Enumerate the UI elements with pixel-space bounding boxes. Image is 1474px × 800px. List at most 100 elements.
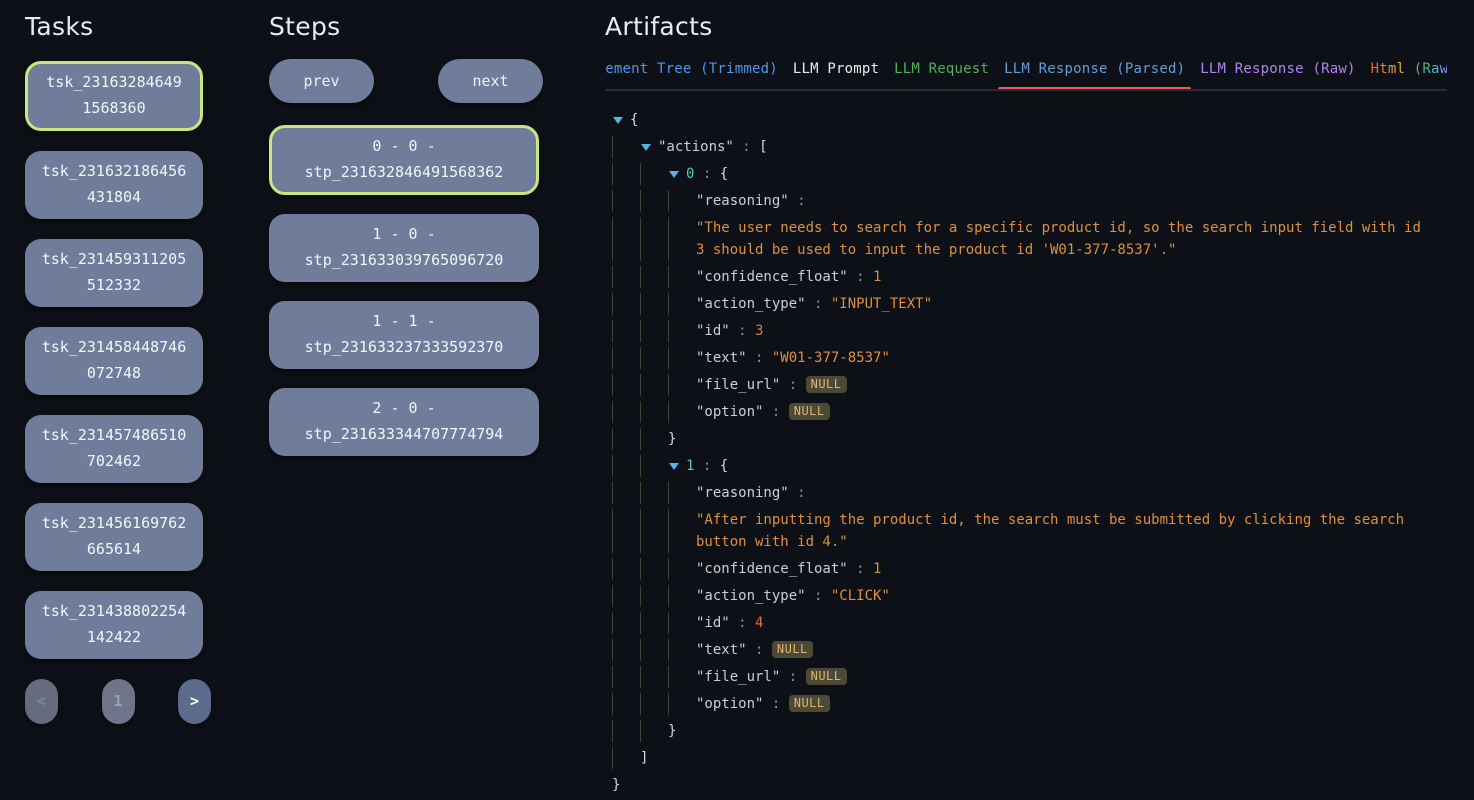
pagination-next-button[interactable]: > — [178, 679, 211, 724]
tab-llm-request[interactable]: LLM Request — [894, 56, 989, 89]
indent-guide — [640, 455, 668, 477]
indent-guide — [640, 293, 668, 315]
indent-guide — [612, 293, 640, 315]
indent-guide — [668, 374, 696, 396]
json-punctuation: : — [694, 166, 719, 182]
collapse-toggle-icon[interactable] — [612, 109, 630, 131]
indent-guide — [668, 401, 696, 423]
json-line-content: "id" : 3 — [696, 320, 763, 342]
json-punctuation: : — [734, 139, 759, 155]
step-button[interactable]: 0 - 0 - stp_231632846491568362 — [269, 125, 539, 195]
pagination-prev-button[interactable]: < — [25, 679, 58, 724]
task-button[interactable]: tsk_231438802254142422 — [25, 591, 203, 659]
json-line: "confidence_float" : 1 — [612, 556, 1447, 583]
task-button[interactable]: tsk_231459311205512332 — [25, 239, 203, 307]
tab-html-raw[interactable]: Html (Raw) — [1371, 56, 1447, 89]
json-punctuation: : — [747, 642, 772, 658]
json-line: "reasoning" : — [612, 480, 1447, 507]
task-button[interactable]: tsk_231458448746072748 — [25, 327, 203, 395]
indent-guide — [668, 190, 696, 212]
tab-llm-response-parsed[interactable]: LLM Response (Parsed) — [1004, 56, 1185, 89]
json-number-value: 1 — [873, 561, 881, 577]
task-button[interactable]: tsk_231457486510702462 — [25, 415, 203, 483]
indent-guide — [612, 509, 640, 553]
steps-nav: prev next — [269, 59, 543, 103]
json-key: "action_type" — [696, 588, 806, 604]
steps-title: Steps — [269, 12, 543, 41]
json-line-content: 0 : { — [686, 163, 728, 185]
indent-guide — [612, 136, 640, 158]
indent-guide — [612, 482, 640, 504]
tab-llm-response-raw[interactable]: LLM Response (Raw) — [1200, 56, 1355, 89]
json-line: "After inputting the product id, the sea… — [612, 507, 1447, 556]
pagination-page-button[interactable]: 1 — [102, 679, 135, 724]
artifacts-tabbar: Element Tree (Trimmed) LLM Prompt LLM Requ… — [605, 56, 1447, 89]
task-button[interactable]: tsk_231632846491568360 — [25, 61, 203, 131]
indent-guide — [640, 639, 668, 661]
indent-guide — [668, 693, 696, 715]
json-line-content: "id" : 4 — [696, 612, 763, 634]
json-line-content: { — [630, 109, 638, 131]
indent-guide — [640, 163, 668, 185]
indent-guide — [668, 266, 696, 288]
json-line-content: ] — [640, 747, 648, 769]
indent-guide — [640, 612, 668, 634]
tasks-panel: Tasks tsk_231632846491568360tsk_23163218… — [25, 12, 215, 724]
indent-guide — [612, 639, 640, 661]
json-key: "option" — [696, 404, 763, 420]
json-line-content: "file_url" : NULL — [696, 374, 847, 396]
indent-guide — [668, 320, 696, 342]
json-line: } — [612, 772, 1447, 799]
step-button[interactable]: 1 - 1 - stp_231633237333592370 — [269, 301, 539, 369]
json-key: "text" — [696, 350, 747, 366]
indent-guide — [668, 509, 696, 553]
tab-llm-prompt[interactable]: LLM Prompt — [793, 56, 879, 89]
json-line-content: "confidence_float" : 1 — [696, 266, 881, 288]
json-line: "option" : NULL — [612, 399, 1447, 426]
json-number-value: 3 — [755, 323, 763, 339]
null-badge: NULL — [806, 376, 847, 393]
json-line: "option" : NULL — [612, 691, 1447, 718]
collapse-toggle-icon[interactable] — [640, 136, 658, 158]
collapse-toggle-icon[interactable] — [668, 163, 686, 185]
step-button[interactable]: 2 - 0 - stp_231633344707774794 — [269, 388, 539, 456]
task-button[interactable]: tsk_231456169762665614 — [25, 503, 203, 571]
task-button[interactable]: tsk_231632186456431804 — [25, 151, 203, 219]
indent-guide — [612, 666, 640, 688]
null-badge: NULL — [806, 668, 847, 685]
indent-guide — [640, 428, 668, 450]
json-line: "The user needs to search for a specific… — [612, 215, 1447, 264]
json-punctuation: : — [780, 669, 805, 685]
json-punctuation: : — [763, 404, 788, 420]
steps-next-button[interactable]: next — [438, 59, 543, 103]
json-key: "id" — [696, 323, 730, 339]
json-punctuation: : — [730, 323, 755, 339]
indent-guide — [640, 482, 668, 504]
indent-guide — [640, 666, 668, 688]
collapse-toggle-icon[interactable] — [668, 455, 686, 477]
steps-prev-button[interactable]: prev — [269, 59, 374, 103]
json-punctuation: : — [789, 485, 806, 501]
indent-guide — [612, 163, 640, 185]
json-brace: [ — [759, 139, 767, 155]
indent-guide — [612, 217, 640, 261]
json-brace: ] — [640, 750, 648, 766]
null-badge: NULL — [772, 641, 813, 658]
json-line: 0 : { — [612, 161, 1447, 188]
json-line-content: } — [668, 428, 676, 450]
json-punctuation: : — [730, 615, 755, 631]
step-button[interactable]: 1 - 0 - stp_231633039765096720 — [269, 214, 539, 282]
json-line: "file_url" : NULL — [612, 664, 1447, 691]
tab-element-tree-trimmed[interactable]: Element Tree (Trimmed) — [605, 56, 778, 89]
indent-guide — [668, 612, 696, 634]
json-line-content: "actions" : [ — [658, 136, 768, 158]
json-line-content: "option" : NULL — [696, 693, 830, 715]
json-string-value: "CLICK" — [831, 588, 890, 604]
json-brace: } — [668, 723, 676, 739]
indent-guide — [668, 666, 696, 688]
indent-guide — [668, 482, 696, 504]
indent-guide — [668, 347, 696, 369]
indent-guide — [668, 585, 696, 607]
json-line-content: "file_url" : NULL — [696, 666, 847, 688]
indent-guide — [612, 320, 640, 342]
